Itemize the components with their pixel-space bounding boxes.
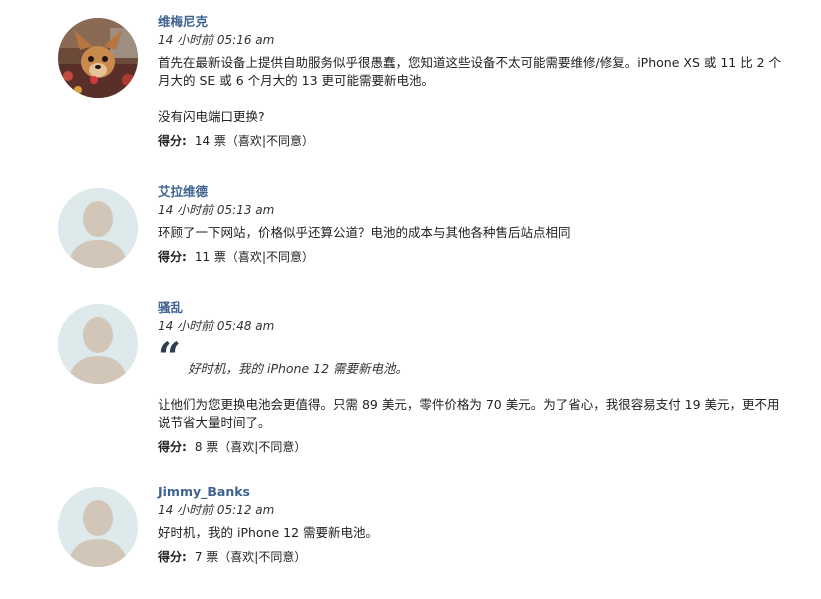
comment-text: 好时机，我的 iPhone 12 需要新电池。 bbox=[158, 524, 783, 542]
disagree-link[interactable]: 不同意 bbox=[258, 550, 294, 564]
comment-score: 得分: 11 票（喜欢|不同意） bbox=[158, 248, 783, 266]
comment-paragraph: 环顾了一下网站，价格似乎还算公道？电池的成本与其他各种售后站点相同 bbox=[158, 225, 571, 240]
default-user-icon bbox=[58, 188, 138, 268]
quote-mark-icon: “ bbox=[158, 334, 182, 381]
comment-paragraph: 好时机，我的 iPhone 12 需要新电池。 bbox=[158, 525, 379, 540]
comment-author[interactable]: 维梅尼克 bbox=[158, 14, 208, 30]
quote-text: 好时机，我的 iPhone 12 需要新电池。 bbox=[188, 361, 409, 376]
default-user-icon bbox=[58, 487, 138, 567]
paren-open: （ bbox=[218, 550, 231, 564]
comment-score: 得分: 8 票（喜欢|不同意） bbox=[158, 438, 783, 456]
like-link[interactable]: 喜欢 bbox=[238, 250, 262, 264]
paren-close: ） bbox=[302, 250, 315, 264]
vote-count: 14 票 bbox=[194, 134, 226, 148]
comment-text: 让他们为您更换电池会更值得。只需 89 美元，零件价格为 70 美元。为了省心，… bbox=[158, 396, 783, 432]
default-user-icon bbox=[58, 304, 138, 384]
paren-close: ） bbox=[294, 440, 307, 454]
comment-text: 环顾了一下网站，价格似乎还算公道？电池的成本与其他各种售后站点相同 bbox=[158, 224, 783, 242]
comment-text: 首先在最新设备上提供自助服务似乎很愚蠢，您知道这些设备不太可能需要维修/修复。i… bbox=[158, 54, 783, 126]
score-label: 得分: bbox=[158, 134, 187, 148]
comment-paragraph: 首先在最新设备上提供自助服务似乎很愚蠢，您知道这些设备不太可能需要维修/修复。i… bbox=[158, 55, 782, 88]
score-label: 得分: bbox=[158, 250, 187, 264]
avatar-default[interactable] bbox=[58, 188, 138, 268]
comment-author[interactable]: Jimmy_Banks bbox=[158, 484, 250, 500]
vote-count: 8 票 bbox=[194, 440, 219, 454]
disagree-link[interactable]: 不同意 bbox=[258, 440, 294, 454]
comment-score: 得分: 14 票（喜欢|不同意） bbox=[158, 132, 783, 150]
like-link[interactable]: 喜欢 bbox=[238, 134, 262, 148]
score-label: 得分: bbox=[158, 440, 187, 454]
avatar-default[interactable] bbox=[58, 487, 138, 567]
comment-timestamp: 14 小时前 05:16 am bbox=[158, 33, 275, 47]
avatar-photo-dog[interactable] bbox=[58, 18, 138, 98]
comment-timestamp: 14 小时前 05:12 am bbox=[158, 503, 275, 517]
comment-timestamp: 14 小时前 05:48 am bbox=[158, 319, 275, 333]
dog-photo-icon bbox=[58, 18, 138, 98]
paren-open: （ bbox=[225, 250, 238, 264]
like-link[interactable]: 喜欢 bbox=[230, 550, 254, 564]
like-link[interactable]: 喜欢 bbox=[230, 440, 254, 454]
comment-author[interactable]: 骚乱 bbox=[158, 300, 183, 316]
paren-open: （ bbox=[218, 440, 231, 454]
comment-paragraph: 没有闪电端口更换? bbox=[158, 109, 265, 124]
vote-count: 11 票 bbox=[194, 250, 226, 264]
comment-timestamp: 14 小时前 05:13 am bbox=[158, 203, 275, 217]
comment-paragraph: 让他们为您更换电池会更值得。只需 89 美元，零件价格为 70 美元。为了省心，… bbox=[158, 397, 780, 430]
comment-score: 得分: 7 票（喜欢|不同意） bbox=[158, 548, 783, 566]
paren-open: （ bbox=[225, 134, 238, 148]
vote-count: 7 票 bbox=[194, 550, 219, 564]
blockquote: “ 好时机，我的 iPhone 12 需要新电池。 bbox=[158, 338, 783, 388]
comment-author[interactable]: 艾拉维德 bbox=[158, 184, 208, 200]
avatar-default[interactable] bbox=[58, 304, 138, 384]
score-label: 得分: bbox=[158, 550, 187, 564]
disagree-link[interactable]: 不同意 bbox=[266, 134, 302, 148]
paren-close: ） bbox=[302, 134, 315, 148]
paren-close: ） bbox=[294, 550, 307, 564]
disagree-link[interactable]: 不同意 bbox=[266, 250, 302, 264]
